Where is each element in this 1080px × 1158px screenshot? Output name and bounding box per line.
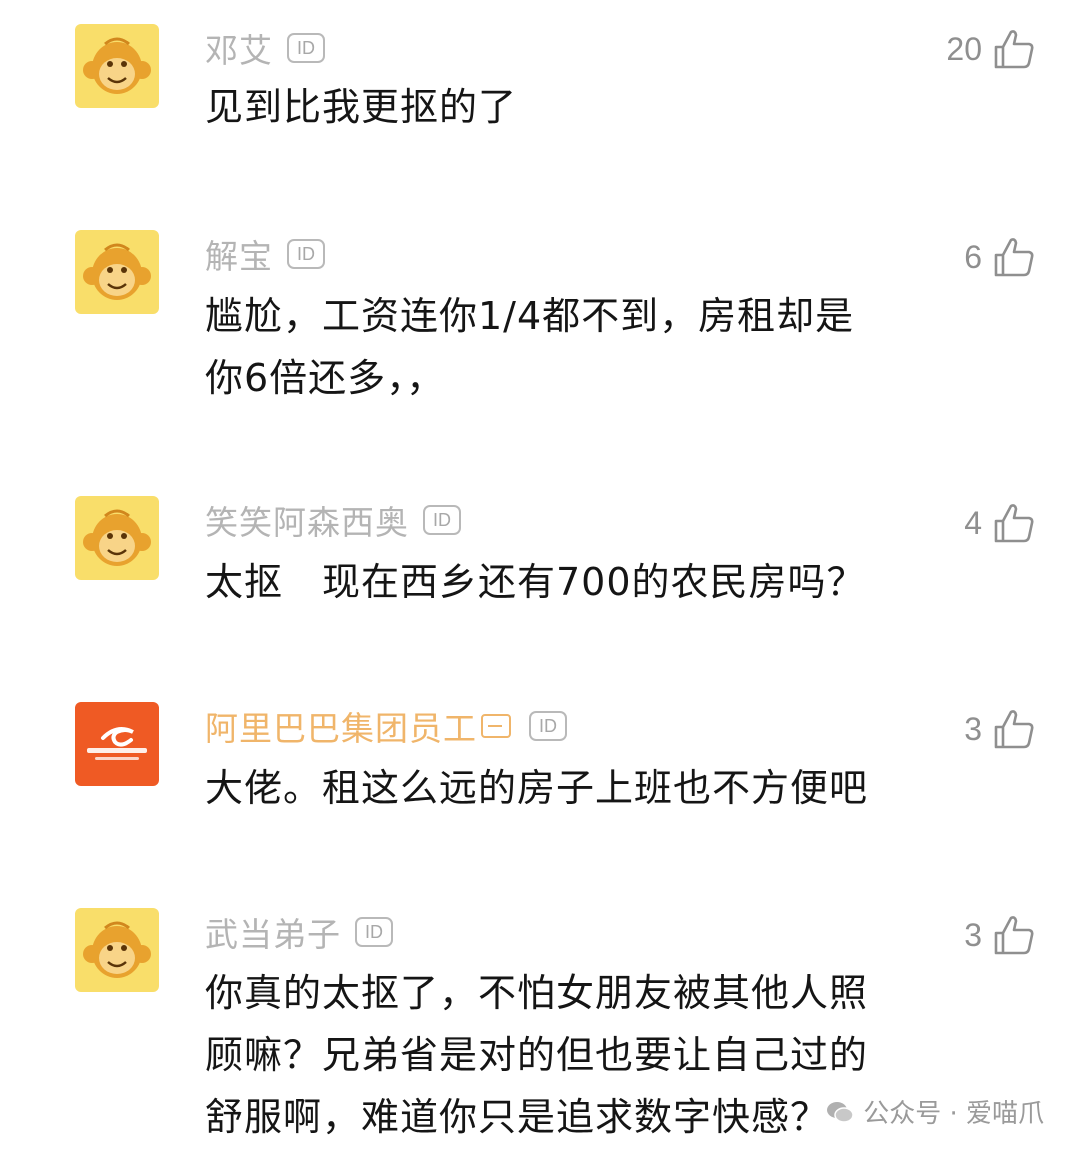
comment-text: 你真的太抠了，不怕女朋友被其他人照顾嘛？兄弟省是对的但也要让自己过的舒服啊，难道… — [205, 971, 869, 1139]
like-count: 4 — [964, 504, 982, 541]
watermark-text: 公众号 · 爱喵爪 — [863, 1099, 1044, 1129]
thumbs-up-icon — [994, 710, 1034, 749]
thumbs-up-icon — [994, 916, 1034, 955]
like-button[interactable]: 6 — [964, 232, 1036, 282]
comment-header: 笑笑阿森西奥 ID — [205, 496, 461, 544]
like-count: 3 — [964, 916, 982, 953]
comment-text: 太抠 现在西乡还有700的农民房吗？ — [205, 560, 866, 604]
monkey-avatar-icon — [83, 921, 151, 978]
monkey-avatar-icon — [83, 37, 151, 94]
like-button[interactable]: 4 — [964, 498, 1036, 548]
comment-header: 武当弟子 ID — [205, 908, 393, 956]
like-count: 20 — [946, 30, 982, 67]
id-badge: ID — [287, 239, 325, 269]
user-name[interactable]: 武当弟子 — [205, 908, 341, 956]
user-name[interactable]: 笑笑阿森西奥 — [205, 496, 409, 544]
user-name[interactable]: 解宝 — [205, 230, 273, 278]
comment-header: 阿里巴巴集团员工 ID — [205, 702, 567, 750]
like-count: 6 — [964, 238, 982, 275]
avatar[interactable] — [75, 702, 159, 786]
thumbs-up-icon — [994, 30, 1034, 69]
verified-badge-icon — [481, 714, 511, 738]
monkey-avatar-icon — [83, 243, 151, 300]
monkey-avatar-icon — [83, 509, 151, 566]
thumbs-up-icon — [994, 238, 1034, 277]
comment-header: 解宝 ID — [205, 230, 325, 278]
avatar[interactable] — [75, 24, 159, 108]
alibaba-logo-icon — [87, 727, 147, 760]
like-button[interactable]: 3 — [964, 704, 1036, 754]
id-badge: ID — [423, 505, 461, 535]
wechat-icon — [827, 1101, 854, 1123]
like-button[interactable]: 20 — [946, 24, 1036, 74]
comment-text: 见到比我更抠的了 — [205, 85, 518, 129]
comment-text: 尴尬，工资连你1/4都不到，房租却是你6倍还多，， — [205, 294, 855, 400]
avatar[interactable] — [75, 908, 159, 992]
comment-text: 大佬。租这么远的房子上班也不方便吧 — [205, 766, 869, 810]
user-name[interactable]: 阿里巴巴集团员工 — [205, 702, 477, 750]
like-count: 3 — [964, 710, 982, 747]
avatar[interactable] — [75, 230, 159, 314]
thumbs-up-icon — [994, 504, 1034, 543]
user-name[interactable]: 邓艾 — [205, 24, 273, 72]
comment-header: 邓艾 ID — [205, 24, 325, 72]
watermark: 公众号 · 爱喵爪 — [825, 1093, 1044, 1130]
id-badge: ID — [287, 33, 325, 63]
id-badge: ID — [355, 917, 393, 947]
id-badge: ID — [529, 711, 567, 741]
avatar[interactable] — [75, 496, 159, 580]
like-button[interactable]: 3 — [964, 910, 1036, 960]
